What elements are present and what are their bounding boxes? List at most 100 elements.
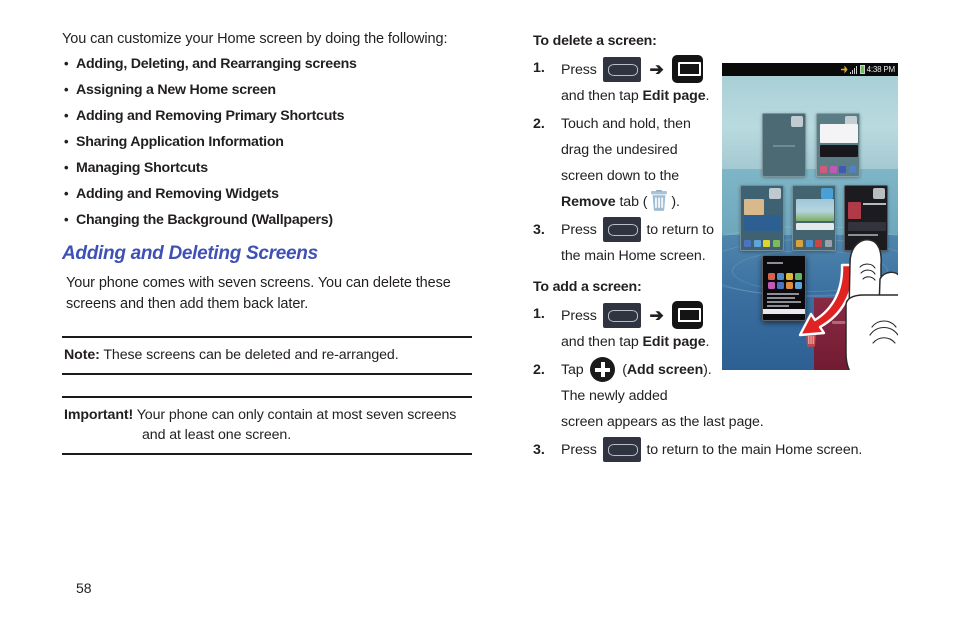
section-heading: Adding and Deleting Screens <box>62 243 318 264</box>
step-number: 2. <box>533 116 545 132</box>
step-text-period: . <box>705 88 710 104</box>
dock-icon <box>805 240 813 247</box>
step-text-then: and then tap <box>561 334 639 350</box>
step-text-press: Press <box>561 222 597 238</box>
page-badge <box>873 188 885 199</box>
step-text-line3: screen down to the <box>561 168 680 184</box>
bullet-dot-icon: • <box>64 186 69 201</box>
page-thumbnail[interactable] <box>816 113 860 177</box>
list-item: • Adding, Deleting, and Rearranging scre… <box>62 54 472 74</box>
page-thumbnail[interactable] <box>762 113 806 177</box>
dock-icon <box>815 240 823 247</box>
note-callout: Note: These screens can be deleted and r… <box>62 336 472 375</box>
bullet-dot-icon: • <box>64 134 69 149</box>
step-text-press: Press <box>561 62 597 78</box>
home-button-icon <box>602 437 641 462</box>
step-text-line2: drag the undesired <box>561 142 678 158</box>
step-text: Press to return to the main Home screen. <box>561 437 921 463</box>
page-badge <box>791 116 803 127</box>
step-text-line2: The newly added <box>561 388 668 404</box>
app-icon <box>768 273 775 280</box>
app-icon <box>777 273 784 280</box>
step-text-return: to return to <box>646 222 714 238</box>
list-item: • Managing Shortcuts <box>62 158 472 178</box>
page-badge <box>821 188 833 199</box>
signal-icon <box>849 65 858 74</box>
app-icon <box>777 282 784 289</box>
home-button-icon <box>602 217 641 242</box>
step-text: Press ➔ and then tap Edit page. <box>561 55 746 109</box>
step-text-close: ). <box>671 194 680 210</box>
section-paragraph: Your phone comes with seven screens. You… <box>66 275 451 312</box>
step-text-then: and then tap <box>561 88 639 104</box>
dock-icon <box>848 166 856 173</box>
step-text-press: Press <box>561 442 597 458</box>
menu-button-icon <box>672 301 704 329</box>
bullet-dot-icon: • <box>64 108 69 123</box>
trash-icon <box>651 190 668 211</box>
list-item-label: Adding and Removing Widgets <box>76 186 279 202</box>
step-text: Press ➔ and then tap Edit page. <box>561 301 746 355</box>
widget-note-card <box>744 199 764 215</box>
widget-photo-card <box>744 215 782 231</box>
list-item: • Adding and Removing Primary Shortcuts <box>62 106 472 126</box>
widget-search-bar <box>796 223 834 230</box>
step-text-line3: screen appears as the last page. <box>561 414 764 430</box>
phone-screenshot-illustration: 4:38 PM <box>722 63 898 370</box>
home-button-icon <box>602 57 641 82</box>
dock-row <box>796 240 832 247</box>
status-bar-time: 4:38 PM <box>866 65 896 74</box>
note-text: These screens can be deleted and re-arra… <box>103 347 399 363</box>
dock-icon <box>839 166 847 173</box>
edit-page-label: Edit page <box>642 334 706 350</box>
list-item-label: Sharing Application Information <box>76 134 284 150</box>
list-item-label: Changing the Background (Wallpapers) <box>76 212 333 228</box>
note-label: Note: <box>64 347 100 363</box>
step-text-line1: Touch and hold, then <box>561 116 691 132</box>
important-text: Your phone can only contain at most seve… <box>136 407 457 423</box>
intro-paragraph: You can customize your Home screen by do… <box>62 31 448 47</box>
widget-media-title <box>863 203 886 205</box>
list-item: • Changing the Background (Wallpapers) <box>62 210 472 230</box>
dock-icon <box>772 240 780 247</box>
feature-bullet-list: • Adding, Deleting, and Rearranging scre… <box>62 54 472 230</box>
add-step-3: 3. Press to return to the main Home scre… <box>533 437 923 463</box>
divider <box>62 373 472 375</box>
page-title-line <box>767 262 783 264</box>
page-content-line <box>773 145 795 147</box>
step-text-return: to return to the main Home screen. <box>646 442 863 458</box>
left-text-column: You can customize your Home screen by do… <box>62 30 472 455</box>
step-text-period: . <box>705 334 710 350</box>
step-number: 3. <box>533 442 545 458</box>
remove-tab-label: Remove <box>561 194 616 210</box>
list-item: • Assigning a New Home screen <box>62 80 472 100</box>
widget-weather-large <box>796 199 834 221</box>
arrow-right-icon: ➔ <box>649 306 664 325</box>
step-text-tab: tab ( <box>619 194 648 210</box>
bullet-dot-icon: • <box>64 82 69 97</box>
step-text-press: Press <box>561 308 597 324</box>
page-number: 58 <box>76 580 92 596</box>
page-thumbnail[interactable] <box>740 185 784 251</box>
list-item-label: Adding and Removing Primary Shortcuts <box>76 108 345 124</box>
add-screen-plus-icon <box>590 357 616 382</box>
battery-icon <box>859 65 865 74</box>
bullet-dot-icon: • <box>64 160 69 175</box>
important-callout: Important! Your phone can only contain a… <box>62 396 472 455</box>
important-text-line2: and at least one screen. <box>142 427 292 443</box>
sync-icon <box>840 65 848 74</box>
widget-weather-card <box>820 124 858 143</box>
list-item-label: Managing Shortcuts <box>76 160 208 176</box>
add-screen-label: Add screen <box>626 362 704 378</box>
step-text-close-paren: ). <box>703 362 712 378</box>
home-button-icon <box>602 303 641 328</box>
dock-icon <box>763 240 771 247</box>
important-label: Important! <box>64 407 134 423</box>
bullet-dot-icon: • <box>64 56 69 71</box>
bullet-dot-icon: • <box>64 212 69 227</box>
list-item: • Adding and Removing Widgets <box>62 184 472 204</box>
dock-icon <box>753 240 761 247</box>
divider <box>62 453 472 455</box>
list-item-label: Adding, Deleting, and Rearranging screen… <box>76 56 357 72</box>
step-number: 1. <box>533 306 545 322</box>
